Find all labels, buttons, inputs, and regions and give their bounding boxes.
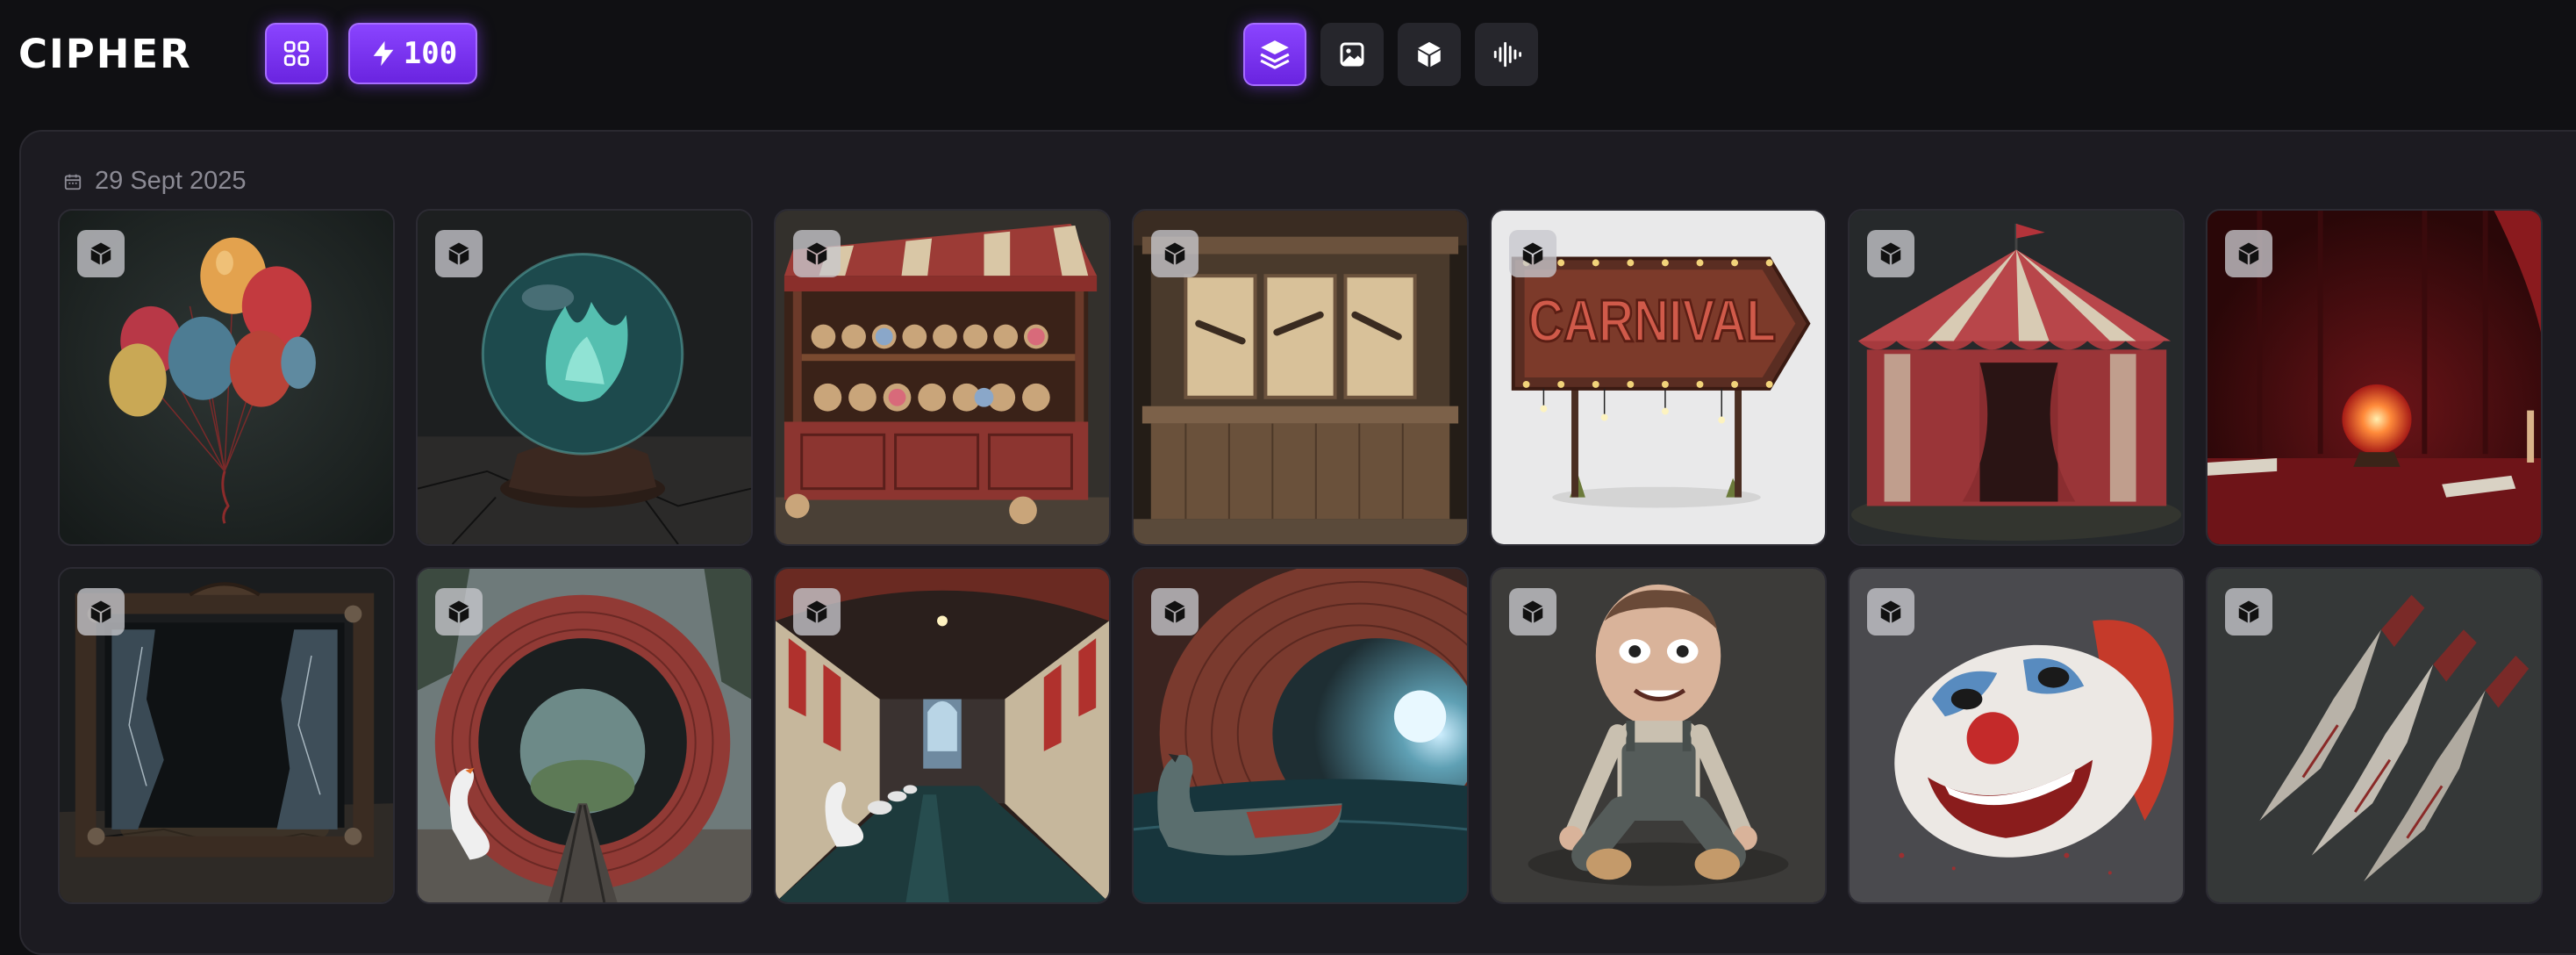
3d-model-badge	[77, 230, 125, 277]
3d-model-badge	[1867, 588, 1914, 635]
cube-icon	[2238, 242, 2259, 265]
3d-model-badge	[435, 588, 483, 635]
3d-model-badge	[1151, 230, 1199, 277]
cube-icon	[90, 242, 111, 265]
cube-icon	[2238, 600, 2259, 623]
asset-tile-carnival-sign[interactable]: CARNIVAL	[1490, 209, 1827, 546]
asset-tile-creepy-doll[interactable]	[1490, 567, 1827, 904]
cube-icon	[806, 242, 827, 265]
asset-tile-shooting-gallery[interactable]	[1132, 209, 1469, 546]
cube-icon	[1522, 600, 1543, 623]
cube-icon	[448, 242, 469, 265]
asset-tile-tunnel-of-love[interactable]	[774, 567, 1111, 904]
asset-tile-throwing-knives[interactable]	[2206, 567, 2543, 904]
asset-tile-tunnel-swan[interactable]	[416, 567, 753, 904]
mode-3d-button[interactable]	[1398, 23, 1461, 86]
layers-icon	[1260, 40, 1290, 69]
3d-model-badge	[77, 588, 125, 635]
gallery-panel: 29 Sept 2025 CARNIVAL	[19, 130, 2576, 955]
date-header: 29 Sept 2025	[63, 167, 247, 196]
asset-tile-broken-mirror[interactable]	[58, 567, 395, 904]
asset-grid: CARNIVAL	[58, 209, 2543, 904]
mode-images-button[interactable]	[1320, 23, 1384, 86]
asset-tile-plush-booth[interactable]	[774, 209, 1111, 546]
top-bar: CIPHER 100	[0, 0, 2576, 130]
mode-switcher	[1243, 23, 1538, 86]
cube-icon	[806, 600, 827, 623]
lightning-icon	[373, 40, 394, 67]
image-icon	[1340, 42, 1364, 67]
cube-icon	[1418, 41, 1441, 68]
cube-icon	[1522, 242, 1543, 265]
cube-icon	[1164, 600, 1185, 623]
cube-icon	[1880, 600, 1901, 623]
3d-model-badge	[1867, 230, 1914, 277]
carnival-sign-text: CARNIVAL	[1528, 288, 1776, 354]
3d-model-badge	[2225, 588, 2272, 635]
mode-all-button[interactable]	[1243, 23, 1306, 86]
cube-icon	[90, 600, 111, 623]
3d-model-badge	[435, 230, 483, 277]
asset-tile-balloons[interactable]	[58, 209, 395, 546]
cube-icon	[448, 600, 469, 623]
apps-grid-button[interactable]	[265, 23, 328, 84]
3d-model-badge	[793, 230, 841, 277]
credits-count: 100	[403, 36, 458, 71]
3d-model-badge	[2225, 230, 2272, 277]
grid-icon	[283, 40, 310, 67]
mode-audio-button[interactable]	[1475, 23, 1538, 86]
audio-wave-icon	[1493, 41, 1521, 68]
app-logo[interactable]: CIPHER	[18, 32, 192, 77]
date-label: 29 Sept 2025	[95, 167, 247, 195]
3d-model-badge	[1151, 588, 1199, 635]
asset-tile-crystal-ball[interactable]	[416, 209, 753, 546]
asset-tile-fortune-table[interactable]	[2206, 209, 2543, 546]
asset-tile-circus-tent[interactable]	[1848, 209, 2185, 546]
3d-model-badge	[793, 588, 841, 635]
asset-tile-clown-mask[interactable]	[1848, 567, 2185, 904]
3d-model-badge	[1509, 588, 1556, 635]
credits-button[interactable]: 100	[348, 23, 477, 84]
asset-tile-swan-boat[interactable]	[1132, 567, 1469, 904]
calendar-icon	[64, 174, 82, 190]
3d-model-badge	[1509, 230, 1556, 277]
cube-icon	[1164, 242, 1185, 265]
cube-icon	[1880, 242, 1901, 265]
